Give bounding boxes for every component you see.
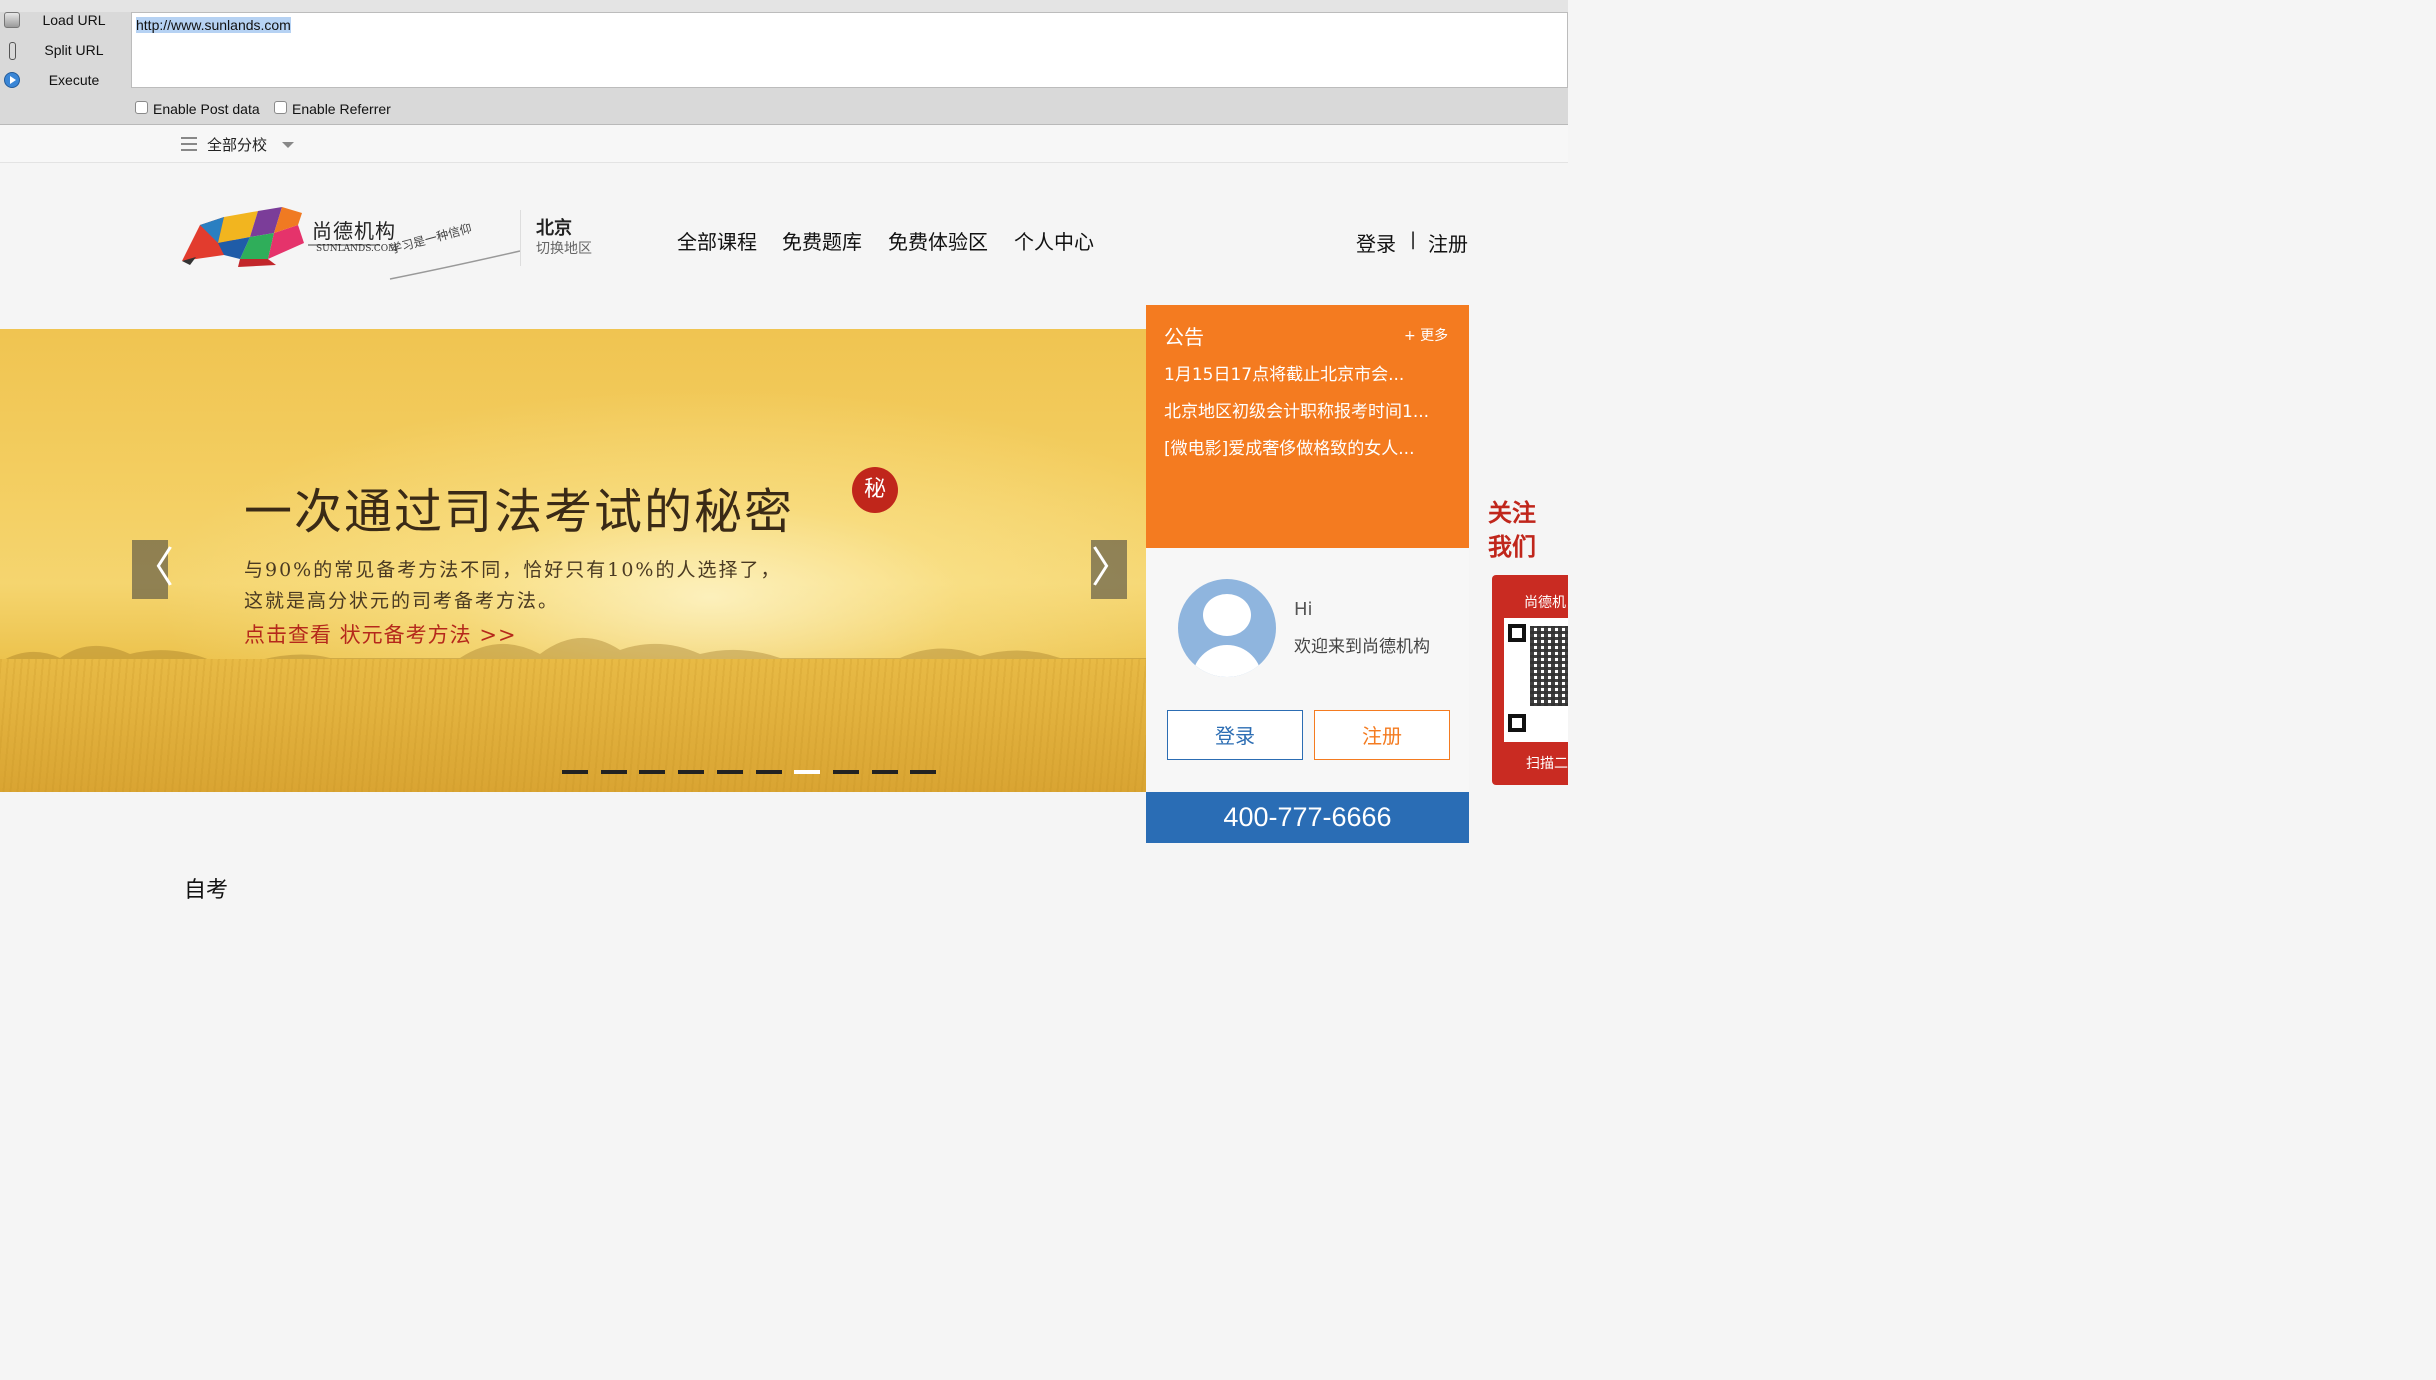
load-url-button[interactable]: Load URL	[0, 6, 125, 34]
nav-personal-center[interactable]: 个人中心	[1014, 226, 1094, 255]
load-url-icon	[4, 12, 20, 28]
avatar-head	[1203, 594, 1251, 636]
avatar	[1178, 579, 1276, 677]
next-slide-button[interactable]: 〉	[1091, 540, 1133, 599]
play-icon	[4, 72, 20, 88]
execute-button[interactable]: Execute	[0, 66, 125, 94]
url-input[interactable]: http://www.sunlands.com	[131, 12, 1568, 88]
avatar-body	[1192, 645, 1262, 677]
header-register-link[interactable]: 注册	[1428, 228, 1468, 257]
qr-finder	[1508, 714, 1526, 732]
logo-divider	[520, 210, 521, 266]
slide-dot[interactable]	[755, 770, 782, 774]
toolbar-top-strip	[0, 0, 1568, 12]
secret-seal: 秘	[852, 467, 898, 513]
slide-dot[interactable]	[562, 770, 588, 774]
user-panel: Hi 欢迎来到尚德机构 登录 注册	[1146, 548, 1469, 792]
banner-headline: 一次通过司法考试的秘密	[244, 484, 795, 540]
notice-item[interactable]: [微电影]爱成奢侈做格致的女人...	[1164, 434, 1414, 459]
prev-slide-button[interactable]: 〈	[132, 540, 174, 599]
slide-dot[interactable]	[716, 770, 743, 774]
follow-us-title-line1: 关注	[1488, 498, 1536, 527]
follow-us-title: 关注 我们	[1488, 496, 1558, 564]
city-name: 北京	[536, 218, 572, 239]
execute-label: Execute	[48, 72, 100, 88]
hero-banner[interactable]: 一次通过司法考试的秘密 秘 与90%的常见备考方法不同，恰好只有10%的人选择了…	[0, 329, 1146, 792]
slide-dot[interactable]	[639, 770, 666, 774]
banner-cta-link[interactable]: 点击查看 状元备考方法 >>	[244, 619, 517, 649]
register-button[interactable]: 注册	[1314, 710, 1450, 760]
greeting-text: Hi	[1294, 599, 1313, 620]
menu-icon[interactable]	[181, 137, 197, 151]
switch-region-link[interactable]: 切换地区	[536, 238, 592, 258]
header-login-link[interactable]: 登录	[1356, 228, 1396, 257]
slide-indicators	[562, 770, 942, 774]
hotline-number: 400-777-6666	[1146, 792, 1469, 843]
banner-description-line1: 与90%的常见备考方法不同，恰好只有10%的人选择了，	[244, 559, 782, 581]
notice-item[interactable]: 1月15日17点将截止北京市会...	[1164, 360, 1404, 385]
scroll-brand-text: 尚德机	[1524, 595, 1566, 611]
enable-referrer-checkbox[interactable]	[274, 101, 287, 114]
scroll-caption: 扫描二	[1526, 756, 1568, 772]
qr-pattern	[1530, 626, 1568, 706]
enable-referrer-label: Enable Referrer	[292, 101, 391, 117]
split-url-label: Split URL	[44, 42, 104, 58]
logo-name: 尚德机构	[312, 219, 396, 243]
branch-selector[interactable]: 全部分校	[207, 134, 267, 155]
slide-dot[interactable]	[832, 770, 859, 774]
nav-free-trial[interactable]: 免费体验区	[888, 226, 988, 255]
slide-dot[interactable]	[678, 770, 705, 774]
slide-dot[interactable]	[910, 770, 937, 774]
logo-domain: SUNLANDS.COM	[316, 244, 398, 254]
notice-more-link[interactable]: + 更多	[1404, 325, 1448, 345]
follow-us-widget[interactable]: 关注 我们 尚德机 扫描二	[1482, 490, 1568, 800]
slide-dot[interactable]	[794, 770, 821, 774]
section-heading: 自考	[184, 878, 229, 903]
notice-panel: 公告 + 更多 1月15日17点将截止北京市会... 北京地区初级会计职称报考时…	[1146, 305, 1469, 548]
follow-us-title-line2: 我们	[1488, 532, 1536, 561]
branch-bar: 全部分校	[0, 125, 1568, 163]
split-url-button[interactable]: Split URL	[0, 36, 125, 64]
hackbar-toolbar: Load URL Split URL Execute http://www.su…	[0, 0, 1568, 125]
welcome-text: 欢迎来到尚德机构	[1294, 637, 1430, 657]
qr-finder	[1508, 624, 1526, 642]
auth-separator: |	[1410, 229, 1417, 250]
notice-title: 公告	[1164, 325, 1204, 349]
chevron-down-icon[interactable]	[282, 142, 294, 148]
nav-free-questions[interactable]: 免费题库	[782, 226, 862, 255]
slide-dot[interactable]	[600, 770, 627, 774]
banner-description-line2: 这就是高分状元的司考备考方法。	[244, 590, 560, 612]
login-button[interactable]: 登录	[1167, 710, 1303, 760]
scissors-icon	[4, 42, 20, 60]
enable-post-checkbox[interactable]	[135, 101, 148, 114]
slide-dot[interactable]	[871, 770, 898, 774]
load-url-label: Load URL	[42, 12, 106, 28]
notice-item[interactable]: 北京地区初级会计职称报考时间1...	[1164, 397, 1429, 422]
qr-code	[1504, 618, 1568, 742]
enable-post-label: Enable Post data	[153, 101, 260, 117]
nav-all-courses[interactable]: 全部课程	[677, 226, 757, 255]
url-text: http://www.sunlands.com	[136, 17, 291, 33]
